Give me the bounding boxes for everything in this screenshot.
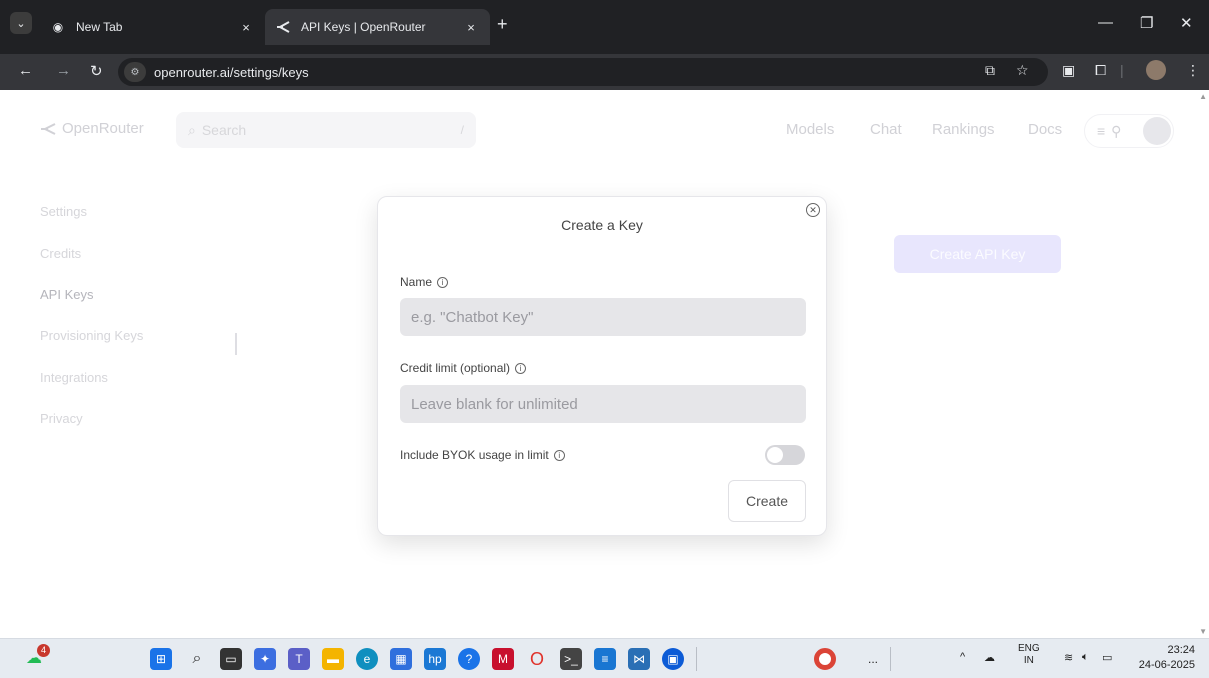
browser-toolbar: ← → ↻ ⚙ openrouter.ai/settings/keys ⧉ ☆ … [0, 54, 1209, 90]
myhp-icon[interactable]: hp [424, 648, 446, 670]
language-indicator[interactable]: ENG IN [1018, 643, 1040, 667]
meet-icon[interactable]: ▣ [662, 648, 684, 670]
overflow-icon[interactable]: ... [862, 648, 884, 670]
browser-tab-bar: ⌄ ◉ New Tab × API Keys | OpenRouter × + … [0, 0, 1209, 54]
tray-weather-icon[interactable]: ☁ [984, 651, 995, 664]
create-button[interactable]: Create [728, 480, 806, 522]
copilot-icon[interactable]: ✦ [254, 648, 276, 670]
byok-label: Include BYOK usage in limit i [400, 448, 565, 462]
taskbar: ☁ 4 ⊞ ⌕ ▭ ✦ T ▬ e ▦ hp ? M O >_ ≡ ⋈ ▣ ..… [0, 638, 1209, 678]
create-key-dialog: ✕ Create a Key Name i Credit limit (opti… [377, 196, 827, 536]
help-icon[interactable]: ? [458, 648, 480, 670]
mcafee-icon[interactable]: M [492, 648, 514, 670]
toggle-knob [767, 447, 783, 463]
taskbar-search-icon[interactable]: ⌕ [186, 648, 208, 670]
tray-chevron-icon[interactable]: ^ [960, 651, 965, 663]
minimize-icon[interactable]: — [1098, 14, 1113, 31]
language-top: ENG [1018, 643, 1040, 654]
toolbar-divider: | [1120, 62, 1124, 78]
task-view-icon[interactable]: ▭ [220, 648, 242, 670]
file-explorer-icon[interactable]: ▬ [322, 648, 344, 670]
credit-limit-label-text: Credit limit (optional) [400, 361, 511, 375]
credit-limit-label: Credit limit (optional) i [400, 361, 527, 375]
tab-new-tab[interactable]: ◉ New Tab × [40, 9, 265, 45]
site-info-icon[interactable]: ⚙ [124, 62, 146, 82]
cast-icon[interactable]: ⧉ [985, 62, 995, 79]
taskbar-divider [696, 647, 697, 671]
back-icon[interactable]: ← [18, 62, 33, 79]
name-label-text: Name [400, 275, 433, 289]
address-bar[interactable]: ⚙ openrouter.ai/settings/keys [118, 58, 1048, 86]
tab-title: New Tab [76, 20, 123, 34]
language-bottom: IN [1023, 655, 1034, 666]
teams-icon[interactable]: T [288, 648, 310, 670]
clock[interactable]: 23:24 24-06-2025 [1139, 643, 1195, 673]
url-text: openrouter.ai/settings/keys [154, 64, 309, 80]
restore-icon[interactable]: ❐ [1140, 14, 1153, 32]
info-icon[interactable]: i [515, 362, 527, 374]
info-icon[interactable]: i [553, 449, 565, 461]
clock-time: 23:24 [1167, 644, 1195, 656]
terminal-icon[interactable]: >_ [560, 648, 582, 670]
taskbar-divider [890, 647, 891, 671]
start-windows-icon[interactable]: ⊞ [150, 648, 172, 670]
wifi-icon[interactable]: ≋ [1064, 651, 1073, 664]
credit-limit-input[interactable] [400, 385, 806, 423]
chrome-icon[interactable] [814, 648, 836, 670]
name-input[interactable] [400, 298, 806, 336]
extension-icon[interactable]: ▣ [1062, 62, 1075, 79]
clock-date: 24-06-2025 [1138, 659, 1195, 671]
byok-label-text: Include BYOK usage in limit [400, 448, 549, 462]
extensions-puzzle-icon[interactable]: ⧠ [1095, 62, 1106, 79]
close-icon[interactable]: ✕ [806, 203, 820, 217]
volume-icon[interactable]: 🔈︎ [1082, 651, 1089, 664]
opera-icon[interactable]: O [526, 648, 548, 670]
battery-icon[interactable]: ▭ [1102, 651, 1112, 664]
tab-close-icon[interactable]: × [462, 20, 480, 35]
byok-toggle[interactable] [765, 445, 805, 465]
store-icon[interactable]: ▦ [390, 648, 412, 670]
chrome-favicon-icon: ◉ [52, 20, 64, 34]
bookmark-star-icon[interactable]: ☆ [1016, 62, 1029, 79]
edge-icon[interactable]: e [356, 648, 378, 670]
tab-api-keys[interactable]: API Keys | OpenRouter × [265, 9, 490, 45]
new-tab-button[interactable]: + [497, 14, 508, 35]
reload-icon[interactable]: ↻ [90, 62, 103, 80]
close-window-icon[interactable]: ✕ [1180, 14, 1193, 32]
tab-search-icon[interactable]: ⌄ [10, 12, 32, 34]
page-viewport: ▲ ▼ OpenRouter ⌕ Search / Models Chat Ra… [0, 90, 1209, 638]
name-label: Name i [400, 275, 449, 289]
tab-title: API Keys | OpenRouter [301, 20, 426, 34]
notepad-icon[interactable]: ≡ [594, 648, 616, 670]
vscode-icon[interactable]: ⋈ [628, 648, 650, 670]
dialog-title: Create a Key [561, 217, 643, 233]
profile-avatar-icon[interactable] [1146, 60, 1166, 80]
info-icon[interactable]: i [437, 276, 449, 288]
openrouter-favicon-icon [275, 19, 291, 35]
forward-icon[interactable]: → [56, 62, 71, 79]
tab-close-icon[interactable]: × [237, 20, 255, 35]
menu-kebab-icon[interactable]: ⋮ [1186, 62, 1200, 79]
notification-badge: 4 [37, 644, 50, 657]
